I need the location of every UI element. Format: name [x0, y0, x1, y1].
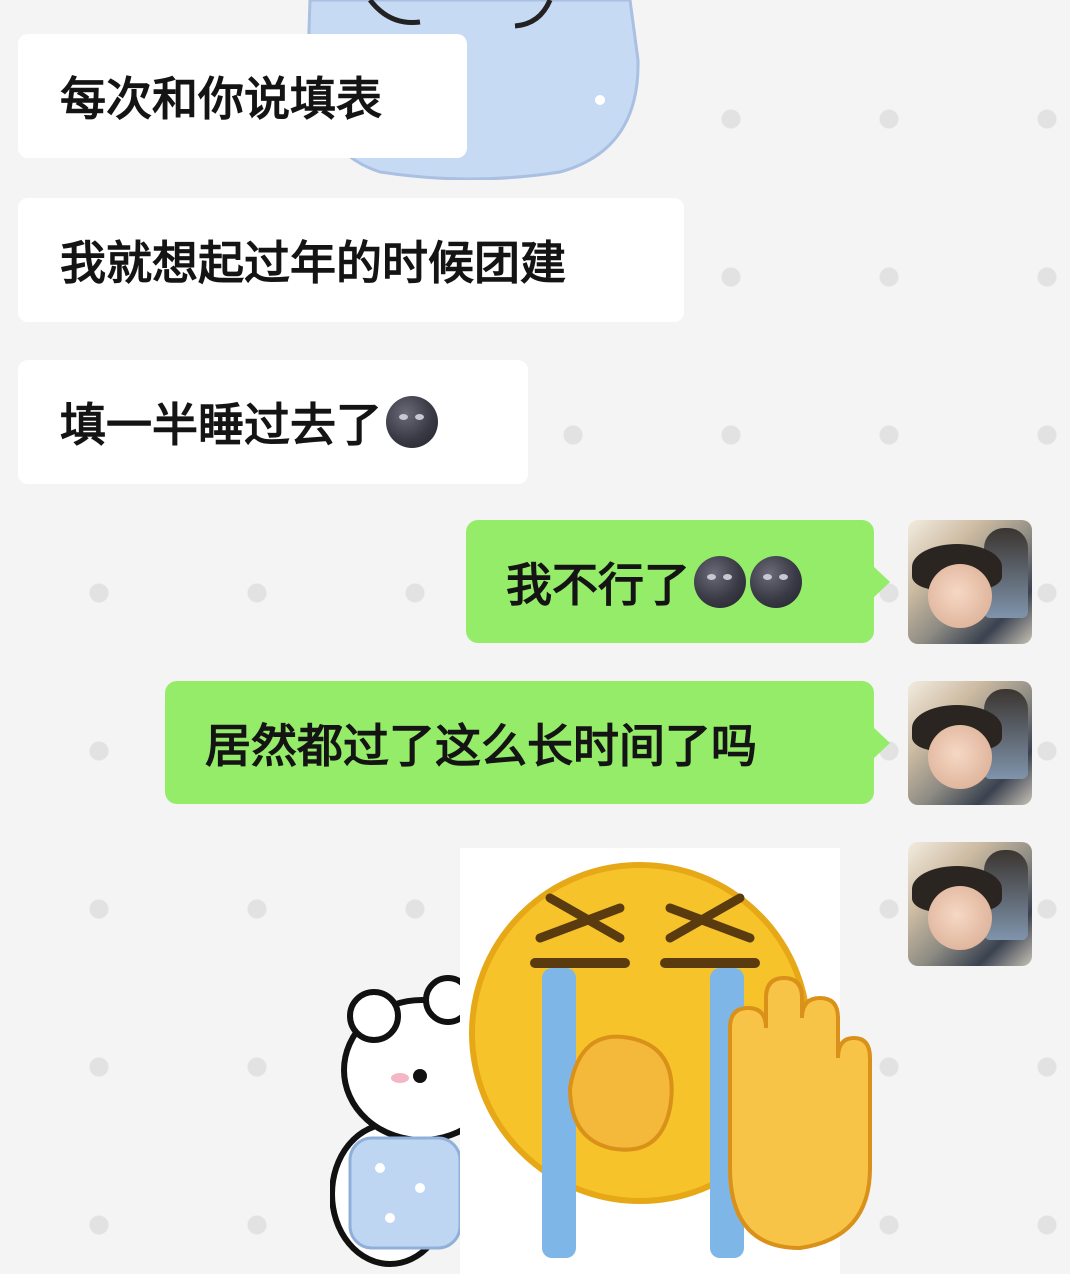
- chat-area: 每次和你说填表 我就想起过年的时候团建 填一半睡过去了 我不行了 居然都过了这么…: [0, 0, 1070, 1274]
- user-avatar[interactable]: [908, 681, 1032, 805]
- message-bubble-outgoing[interactable]: 居然都过了这么长时间了吗: [165, 681, 890, 804]
- message-bubble-incoming[interactable]: 我就想起过年的时候团建: [18, 198, 684, 322]
- message-bubble-incoming[interactable]: 每次和你说填表: [18, 34, 467, 158]
- message-text: 居然都过了这么长时间了吗: [205, 718, 757, 773]
- message-bubble-incoming[interactable]: 填一半睡过去了: [18, 360, 528, 484]
- message-text: 填一半睡过去了: [60, 398, 382, 452]
- message-bubble-outgoing[interactable]: 我不行了: [466, 520, 890, 643]
- new-moon-face-icon: [750, 555, 802, 608]
- new-moon-face-icon: [386, 396, 438, 448]
- user-avatar[interactable]: [908, 520, 1032, 644]
- message-text: 我就想起过年的时候团建: [60, 236, 566, 290]
- message-text: 每次和你说填表: [60, 72, 382, 126]
- new-moon-face-icon: [694, 555, 746, 608]
- message-text: 我不行了: [506, 557, 690, 612]
- crying-emoji-sticker-icon[interactable]: [330, 838, 890, 1274]
- user-avatar[interactable]: [908, 842, 1032, 966]
